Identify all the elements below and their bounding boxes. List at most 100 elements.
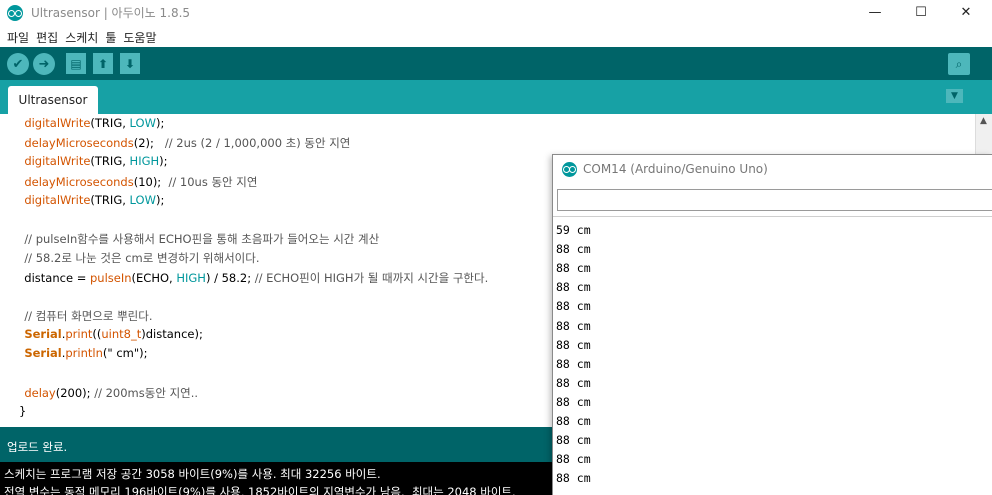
menu-sketch[interactable]: 스케치	[62, 25, 102, 47]
status-message: 업로드 완료.	[7, 440, 68, 454]
code-keyword: delayMicroseconds	[24, 174, 134, 189]
window-title: Ultrasensor | 아두이노 1.8.5	[31, 6, 191, 20]
code-line: delayMicroseconds(2); // 2us (2 / 1,000,…	[17, 135, 350, 154]
serial-monitor-window: COM14 (Arduino/Genuino Uno) 59 cm 88 cm 88…	[552, 154, 992, 495]
serial-output-line: 88 cm	[556, 318, 591, 333]
code-keyword: digitalWrite	[24, 154, 91, 169]
tab-ultrasensor[interactable]: Ultrasensor	[8, 86, 98, 114]
minimize-button[interactable]: —	[852, 0, 898, 25]
code-line: digitalWrite(TRIG, HIGH);	[17, 154, 168, 173]
menu-file[interactable]: 파일	[4, 25, 33, 47]
code-text: (" cm");	[102, 346, 148, 361]
code-text: (TRIG,	[90, 116, 130, 130]
console-line: 스케치는 프로그램 저장 공간 3058 바이트(9%)를 사용. 최대 322…	[4, 467, 381, 481]
serial-output-line: 88 cm	[556, 337, 591, 352]
code-keyword: HIGH	[129, 154, 160, 169]
code-comment: // 200ms동안 지연..	[94, 385, 199, 400]
code-text: (10);	[133, 174, 169, 189]
code-keyword: Serial	[24, 327, 62, 342]
serial-output-line: 88 cm	[556, 356, 591, 371]
code-line: // pulseIn함수를 사용해서 ECHO핀을 통해 초음파가 들어오는 시…	[17, 231, 379, 250]
code-keyword: digitalWrite	[24, 192, 91, 207]
serial-output-line: 88 cm	[556, 375, 591, 390]
close-button[interactable]: ✕	[943, 0, 989, 25]
code-line: delay(200); // 200ms동안 지연..	[17, 385, 198, 404]
code-line: // 컴퓨터 화면으로 뿌린다.	[17, 308, 152, 327]
code-line: Serial.println(" cm");	[17, 346, 148, 365]
code-text: );	[155, 116, 165, 130]
maximize-button[interactable]: ☐	[898, 0, 944, 25]
open-button[interactable]: ⬆	[93, 53, 113, 74]
menu-help[interactable]: 도움말	[120, 25, 160, 47]
serial-output-line: 88 cm	[556, 280, 591, 295]
menu-edit[interactable]: 편집	[33, 25, 62, 47]
code-line: delayMicroseconds(10); // 10us 동안 지연	[17, 174, 257, 193]
code-text: );	[155, 192, 165, 207]
code-keyword: uint8_t	[101, 327, 142, 342]
scroll-up-icon[interactable]: ▲	[980, 116, 987, 126]
code-keyword: pulseIn	[90, 270, 132, 285]
serial-output-line: 88 cm	[556, 471, 591, 486]
tab-bar: Ultrasensor ▼	[0, 80, 992, 114]
code-comment: // pulseIn함수를 사용해서 ECHO핀을 통해 초음파가 들어오는 시…	[24, 232, 380, 247]
arduino-logo-icon	[7, 5, 23, 21]
code-text: )distance);	[141, 327, 203, 342]
code-text: (2);	[133, 136, 165, 151]
menu-bar: 파일 편집 스케치 툴 도움말	[0, 25, 992, 47]
serial-output-line: 88 cm	[556, 242, 591, 257]
code-keyword: println	[65, 346, 103, 361]
code-line: Serial.print((uint8_t)distance);	[17, 327, 203, 346]
check-icon: ✔	[12, 56, 24, 72]
arrow-down-icon: ⬇	[124, 56, 136, 71]
serial-output-line: 88 cm	[556, 394, 591, 409]
code-keyword: delay	[24, 385, 56, 400]
serial-output-line: 88 cm	[556, 433, 591, 448]
serial-output-line: 88 cm	[556, 452, 591, 467]
code-comment: // 10us 동안 지연	[168, 174, 258, 189]
code-keyword: LOW	[129, 116, 156, 130]
serial-output-line: 88 cm	[556, 261, 591, 276]
upload-button[interactable]: ➜	[33, 53, 55, 75]
menu-tools[interactable]: 툴	[102, 25, 120, 47]
code-line: digitalWrite(TRIG, LOW);	[17, 116, 164, 135]
new-button[interactable]: ▤	[66, 53, 86, 74]
code-line: // 58.2로 나눈 것은 cm로 변경하기 위해서이다.	[17, 250, 259, 269]
serial-output: 59 cm 88 cm 88 cm 88 cm 88 cm 88 cm 88 cm 88 cm…	[553, 216, 992, 495]
code-keyword: print	[65, 327, 93, 342]
code-comment: // 컴퓨터 화면으로 뿌린다.	[24, 309, 153, 323]
save-button[interactable]: ⬇	[120, 53, 140, 74]
serial-output-line: 59 cm	[556, 223, 591, 237]
title-bar: Ultrasensor | 아두이노 1.8.5 — ☐ ✕	[0, 0, 992, 25]
toolbar: ✔ ➜ ▤ ⬆ ⬇ ⌕	[0, 47, 992, 80]
code-keyword: digitalWrite	[24, 116, 91, 130]
code-text: }	[19, 404, 27, 418]
arrow-up-icon: ⬆	[97, 56, 109, 71]
code-line: distance = pulseIn(ECHO, HIGH) / 58.2; /…	[17, 270, 488, 289]
code-text: (200);	[55, 385, 95, 400]
serial-send-input[interactable]	[557, 189, 992, 211]
code-text: distance =	[17, 270, 90, 285]
magnifier-icon: ⌕	[955, 56, 963, 71]
code-keyword: LOW	[129, 192, 156, 207]
code-text: (TRIG,	[90, 154, 130, 169]
serial-output-line: 88 cm	[556, 299, 591, 314]
code-comment: // 2us (2 / 1,000,000 초) 동안 지연	[164, 136, 351, 151]
arduino-logo-icon	[562, 162, 577, 177]
console-line: 전역 변수는 동적 메모리 196바이트(9%)를 사용, 1852바이트의 지…	[4, 485, 516, 495]
code-comment: // ECHO핀이 HIGH가 될 때까지 시간을 구한다.	[254, 270, 489, 285]
code-text: );	[159, 154, 168, 169]
code-keyword: Serial	[24, 346, 62, 361]
code-line: }	[19, 404, 26, 423]
new-file-icon: ▤	[70, 56, 82, 71]
code-keyword: HIGH	[176, 270, 206, 285]
tab-menu-button[interactable]: ▼	[946, 89, 963, 103]
code-comment: // 58.2로 나눈 것은 cm로 변경하기 위해서이다.	[24, 251, 260, 266]
serial-monitor-button[interactable]: ⌕	[948, 53, 970, 75]
code-text: (TRIG,	[90, 192, 130, 207]
code-text: ) / 58.2;	[205, 270, 255, 285]
code-text: (ECHO,	[131, 270, 177, 285]
chevron-down-icon: ▼	[951, 91, 958, 101]
serial-output-line: 88 cm	[556, 414, 591, 428]
verify-button[interactable]: ✔	[7, 53, 29, 75]
arrow-right-icon: ➜	[38, 56, 50, 72]
